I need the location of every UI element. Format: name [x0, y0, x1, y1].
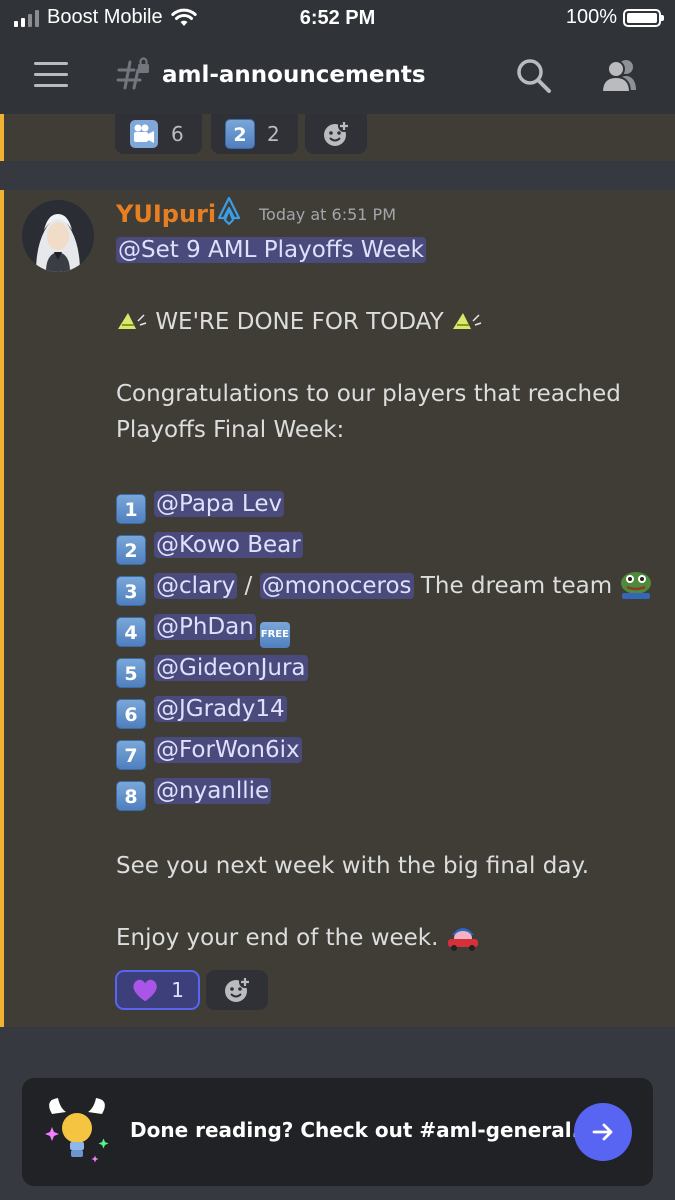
add-reaction-button[interactable]	[206, 970, 268, 1010]
ranking-row: 3 @clary / @monoceros The dream team	[116, 566, 661, 607]
highlight-bar	[0, 190, 4, 1027]
closing-text: Enjoy your end of the week.	[116, 925, 439, 951]
keycap-6-emoji: 6	[116, 699, 146, 729]
ranking-row: 2 @Kowo Bear	[116, 525, 661, 566]
party-hat-emoji	[118, 313, 147, 329]
user-mention[interactable]: @JGrady14	[154, 696, 287, 722]
locked-channel-icon	[116, 57, 149, 90]
keycap-8-emoji: 8	[116, 781, 146, 811]
dream-team-text: The dream team	[420, 573, 613, 599]
reaction-count: 6	[171, 122, 184, 146]
status-right: 100%	[565, 6, 664, 29]
reaction-keycap-2[interactable]: 2 2	[211, 114, 298, 154]
car-kirby-emoji	[447, 928, 478, 951]
channel-title: aml-announcements	[162, 62, 426, 88]
keycap-2-emoji: 2	[225, 119, 255, 149]
done-reading-card[interactable]: Done reading? Check out #aml-general.	[22, 1078, 653, 1186]
ranking-row: 1 @Papa Lev	[116, 484, 661, 525]
done-text: WE'RE DONE FOR TODAY	[155, 309, 444, 335]
author-name[interactable]: YUIpuri	[116, 200, 216, 228]
ranking-row: 6 @JGrady14	[116, 689, 661, 730]
user-mention[interactable]: @PhDan	[154, 614, 256, 640]
pepe-emoji	[621, 572, 652, 599]
user-mention[interactable]: @clary	[154, 573, 238, 599]
keycap-3-emoji: 3	[116, 576, 146, 606]
keycap-5-emoji: 5	[116, 658, 146, 688]
go-to-channel-button[interactable]	[574, 1103, 632, 1161]
keycap-2-emoji: 2	[116, 535, 146, 565]
message-divider	[0, 161, 675, 190]
menu-icon[interactable]	[34, 62, 68, 88]
reaction-purple-heart[interactable]: 1	[115, 970, 200, 1010]
congrats-line: Congratulations to our players that reac…	[116, 381, 621, 407]
cta-text: Done reading? Check out #aml-general.	[130, 1118, 580, 1142]
user-mention[interactable]: @monoceros	[259, 573, 414, 599]
user-mention[interactable]: @ForWon6ix	[154, 737, 302, 763]
members-icon[interactable]	[598, 56, 642, 96]
separator: /	[244, 573, 253, 599]
highlight-bar	[0, 114, 4, 161]
user-mention[interactable]: @GideonJura	[154, 655, 308, 681]
keycap-1-emoji: 1	[116, 494, 146, 524]
status-bar: Boost Mobile 6:52 PM 100%	[0, 0, 675, 38]
purple-heart-emoji	[133, 979, 157, 1002]
user-mention[interactable]: @nyanllie	[154, 778, 272, 804]
party-hat-emoji	[453, 313, 482, 329]
channel-header: aml-announcements	[0, 38, 675, 114]
user-mention[interactable]: @Papa Lev	[154, 491, 285, 517]
role-badge-icon	[217, 196, 241, 225]
keycap-7-emoji: 7	[116, 740, 146, 770]
add-reaction-icon	[225, 976, 251, 1002]
battery-icon	[623, 8, 664, 27]
message-content: @Set 9 AML Playoffs Week WE'RE DONE FOR …	[116, 232, 661, 956]
add-reaction-icon	[324, 120, 350, 146]
user-mention[interactable]: @Kowo Bear	[154, 532, 303, 558]
add-reaction-button[interactable]	[305, 114, 367, 154]
reaction-count: 1	[171, 978, 184, 1002]
reaction-movie-camera[interactable]: 6	[115, 114, 202, 154]
arrow-right-icon	[592, 1123, 613, 1141]
movie-camera-emoji	[130, 120, 158, 148]
avatar[interactable]	[22, 200, 94, 272]
congrats-line: Playoffs Final Week:	[116, 417, 345, 443]
message-timestamp: Today at 6:51 PM	[259, 205, 396, 224]
winged-lightbulb-icon	[45, 1098, 109, 1163]
role-mention[interactable]: @Set 9 AML Playoffs Week	[116, 237, 426, 263]
closing-text: See you next week with the big final day…	[116, 853, 590, 879]
keycap-4-emoji: 4	[116, 617, 146, 647]
ranking-row: 5 @GideonJura	[116, 648, 661, 689]
ranking-row: 4 @PhDan FREE	[116, 607, 661, 648]
search-icon[interactable]	[514, 56, 554, 96]
free-button-emoji: FREE	[259, 622, 290, 648]
ranking-row: 7 @ForWon6ix	[116, 730, 661, 771]
battery-percent: 100%	[565, 6, 617, 28]
message: YUIpuri Today at 6:51 PM @Set 9 AML Play…	[0, 190, 675, 1027]
reaction-count: 2	[267, 122, 280, 146]
previous-message: 6 2 2	[0, 114, 675, 161]
ranking-row: 8 @nyanllie	[116, 771, 661, 812]
